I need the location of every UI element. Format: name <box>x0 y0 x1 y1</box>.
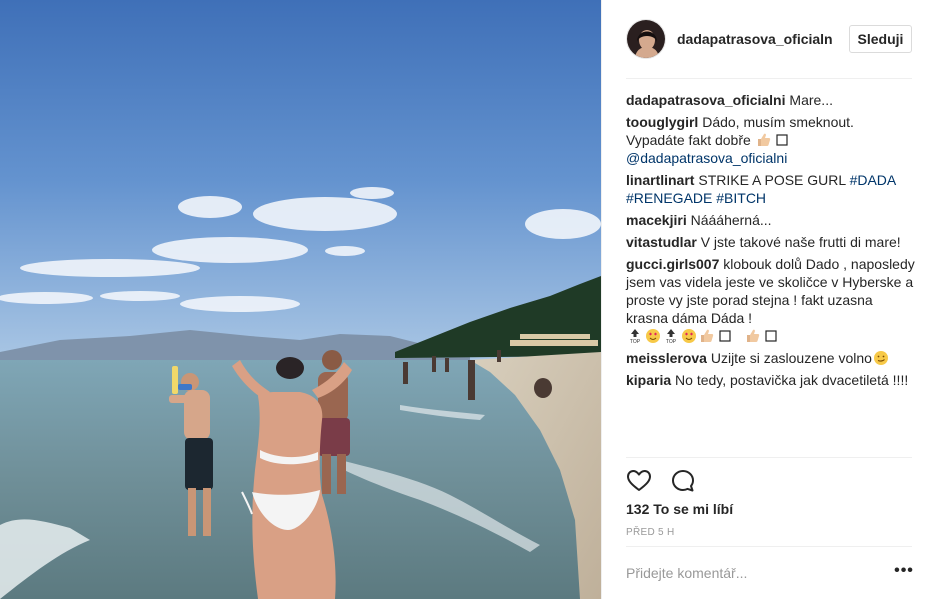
add-comment-input[interactable] <box>626 563 876 583</box>
smirk-emoji-icon <box>873 351 888 365</box>
heart-eyes-emoji-icon <box>682 329 696 343</box>
comment-text: V jste takové naše frutti di mare! <box>696 234 901 250</box>
post-photo[interactable] <box>0 0 601 599</box>
thumbs-up-emoji-icon <box>757 133 770 146</box>
avatar-image <box>627 20 665 58</box>
top-arrow-emoji-icon: TOP <box>666 329 677 344</box>
hashtag-link[interactable]: #RENEGADE <box>626 190 712 206</box>
comment-item: vitastudlar V jste takové naše frutti di… <box>626 233 916 251</box>
heart-eyes-emoji-icon <box>646 329 660 343</box>
thumbs-up-emoji-icon <box>747 329 760 342</box>
caption-text: Mare... <box>785 92 833 108</box>
heart-outline-icon[interactable] <box>626 468 652 494</box>
comment-username[interactable]: toouglygirl <box>626 114 698 130</box>
comment-username[interactable]: linartlinart <box>626 172 694 188</box>
svg-text:TOP: TOP <box>630 339 641 344</box>
comment-item: kiparia No tedy, postavička jak dvacetil… <box>626 371 916 389</box>
comment-item: macekjiri Náááherná... <box>626 211 916 229</box>
top-arrow-emoji-icon: TOP <box>630 329 641 344</box>
post-actions <box>626 468 710 494</box>
comment-item: gucci.girls007 klobouk dolů Dado , napos… <box>626 255 916 345</box>
comment-username[interactable]: meisslerova <box>626 350 707 366</box>
beach-photo-image <box>0 0 601 599</box>
caption-username[interactable]: dadapatrasova_oficialni <box>626 92 786 108</box>
comment-mention-link[interactable]: @dadapatrasova_oficialni <box>626 150 787 166</box>
unknown-glyph-icon <box>776 134 788 146</box>
comment-divider <box>626 546 912 547</box>
thumbs-up-emoji-icon <box>701 329 714 342</box>
hashtag-link[interactable]: #DADA <box>850 172 897 188</box>
avatar[interactable] <box>626 19 666 59</box>
comment-text: STRIKE A POSE GURL <box>694 172 850 188</box>
hashtag-link[interactable]: #BITCH <box>716 190 766 206</box>
comment-text: No tedy, postavička jak dvacetiletá !!!! <box>671 372 909 388</box>
unknown-glyph-icon <box>765 330 777 342</box>
comment-item: toouglygirl Dádo, musím smeknout. Vypadá… <box>626 113 916 167</box>
speech-bubble-icon[interactable] <box>670 468 696 494</box>
actions-divider <box>626 457 912 458</box>
comment-text: Uzijte si zaslouzene volno <box>706 350 872 366</box>
comment-text: Náááherná... <box>686 212 772 228</box>
caption: dadapatrasova_oficialni Mare... <box>626 91 916 109</box>
post-timestamp: PŘED 5 H <box>626 527 675 538</box>
comment-username[interactable]: vitastudlar <box>626 234 697 250</box>
comments-list: dadapatrasova_oficialni Mare... toouglyg… <box>626 91 916 393</box>
header-divider <box>626 78 912 79</box>
comment-username[interactable]: macekjiri <box>626 212 687 228</box>
svg-text:TOP: TOP <box>666 339 677 344</box>
comment-item: meisslerova Uzijte si zaslouzene volno <box>626 349 916 367</box>
post-side-panel: dadapatrasova_oficialn Sleduji dadapatra… <box>601 0 933 599</box>
following-button[interactable]: Sleduji <box>849 25 912 53</box>
comment-item: linartlinart STRIKE A POSE GURL #DADA #R… <box>626 171 916 207</box>
more-options-button[interactable]: ••• <box>892 563 916 583</box>
unknown-glyph-icon <box>719 330 731 342</box>
comment-username[interactable]: kiparia <box>626 372 671 388</box>
likes-count[interactable]: 132 To se mi líbí <box>626 501 733 517</box>
post-author-username[interactable]: dadapatrasova_oficialn <box>677 31 833 47</box>
post-header: dadapatrasova_oficialn Sleduji <box>602 0 933 78</box>
comment-username[interactable]: gucci.girls007 <box>626 256 719 272</box>
